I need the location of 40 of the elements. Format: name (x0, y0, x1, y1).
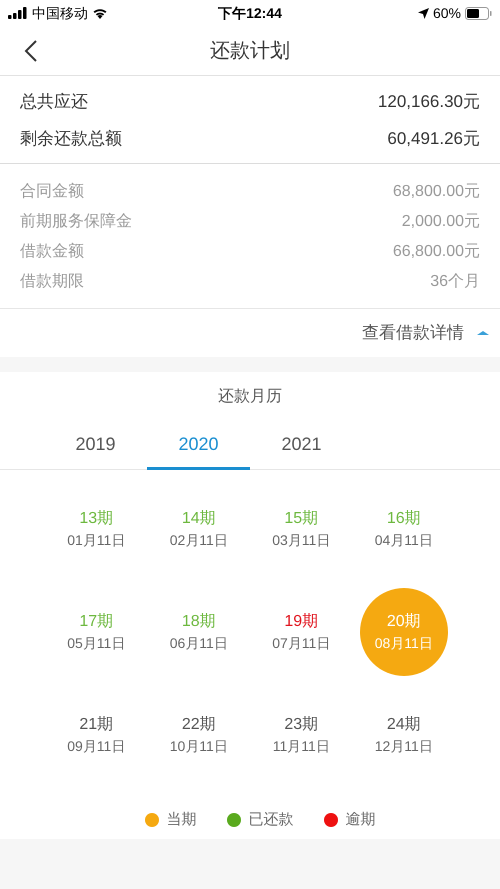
period-day[interactable]: 14期 02月11日 (170, 508, 228, 550)
summary-value: 60,491.26元 (387, 128, 480, 150)
detail-label: 前期服务保障金 (20, 212, 132, 232)
loan-details-toggle[interactable]: 查看借款详情 (362, 320, 490, 346)
battery-percent: 60% (432, 4, 461, 22)
detail-value: 36个月 (430, 272, 480, 292)
summary-label: 总共应还 (20, 91, 88, 114)
wifi-icon (92, 7, 108, 19)
detail-label: 借款金额 (20, 242, 84, 262)
caret-icon (476, 330, 490, 336)
legend-label: 当期 (166, 810, 196, 830)
calendar-title: 还款月历 (218, 387, 282, 407)
detail-value: 68,800.00元 (392, 182, 480, 202)
summary-label: 剩余还款总额 (20, 128, 122, 150)
period-day[interactable]: 22期 10月11日 (170, 714, 228, 756)
year-tab[interactable]: 2019 (44, 422, 147, 470)
summary-value: 120,166.30元 (378, 91, 480, 114)
detail-value: 2,000.00元 (402, 212, 480, 232)
legend-label: 已还款 (248, 810, 294, 830)
period-day[interactable]: 16期 04月11日 (374, 508, 433, 550)
period-day[interactable]: 21期 09月11日 (67, 714, 126, 756)
year-tab[interactable]: 2020 (147, 422, 250, 470)
detail-label: 合同金额 (20, 182, 84, 202)
period-day[interactable]: 24期 12月11日 (374, 714, 433, 756)
location-arrow-icon (418, 8, 429, 18)
battery-icon (465, 6, 492, 20)
page-title: 还款计划 (210, 38, 290, 64)
period-day[interactable]: 23期 11月11日 (272, 714, 330, 756)
period-day[interactable]: 19期 07月11日 (272, 611, 330, 653)
period-day[interactable]: 15期 03月11日 (272, 508, 330, 550)
detail-label: 借款期限 (20, 272, 84, 292)
period-day[interactable]: 17期 05月11日 (67, 611, 126, 653)
period-day[interactable]: 13期 01月11日 (67, 508, 126, 550)
period-day[interactable]: 18期 06月11日 (170, 611, 228, 653)
legend-label: 逾期 (346, 810, 376, 830)
clock-time: 下午12:44 (218, 4, 282, 22)
detail-value: 66,800.00元 (392, 242, 480, 262)
carrier-name: 中国移动 (32, 4, 88, 22)
year-tab[interactable]: 2021 (250, 422, 353, 470)
signal-icon (8, 7, 28, 19)
